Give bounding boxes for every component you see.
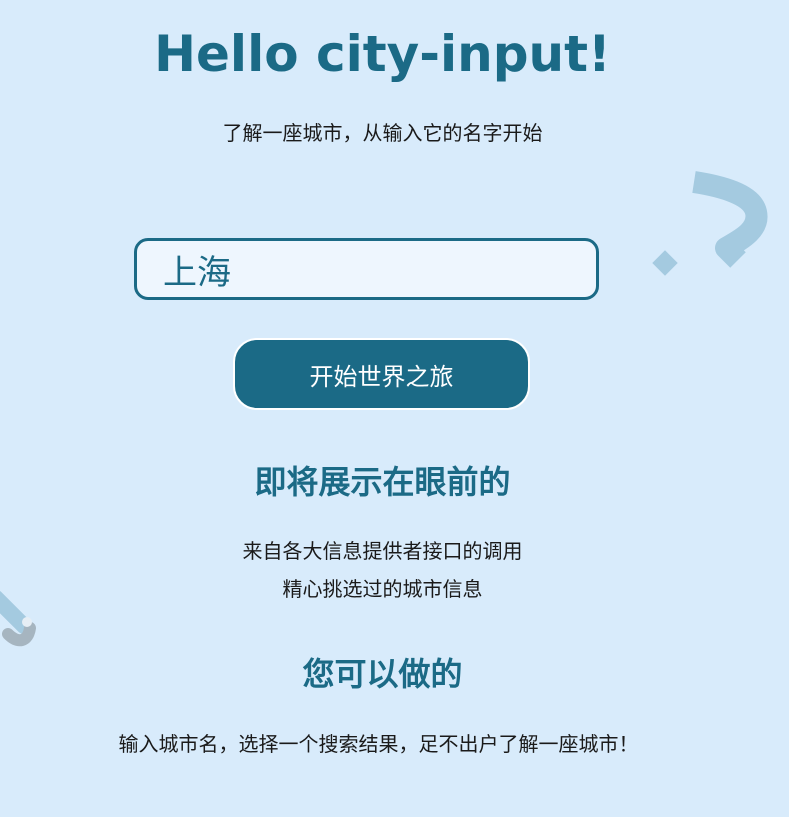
question-mark-icon (652, 171, 768, 276)
start-journey-button[interactable]: 开始世界之旅 (233, 338, 530, 410)
action-section-heading: 您可以做的 (302, 655, 463, 693)
preview-line-2: 精心挑选过的城市信息 (282, 577, 483, 601)
page-title: Hello city-input! (154, 25, 611, 83)
preview-line-1: 来自各大信息提供者接口的调用 (242, 539, 523, 563)
action-description: 输入城市名，选择一个搜索结果，足不出户了解一座城市！ (118, 732, 639, 756)
city-search-input[interactable] (134, 238, 599, 300)
page-subtitle: 了解一座城市，从输入它的名字开始 (222, 121, 543, 145)
preview-section-heading: 即将展示在眼前的 (254, 463, 511, 501)
